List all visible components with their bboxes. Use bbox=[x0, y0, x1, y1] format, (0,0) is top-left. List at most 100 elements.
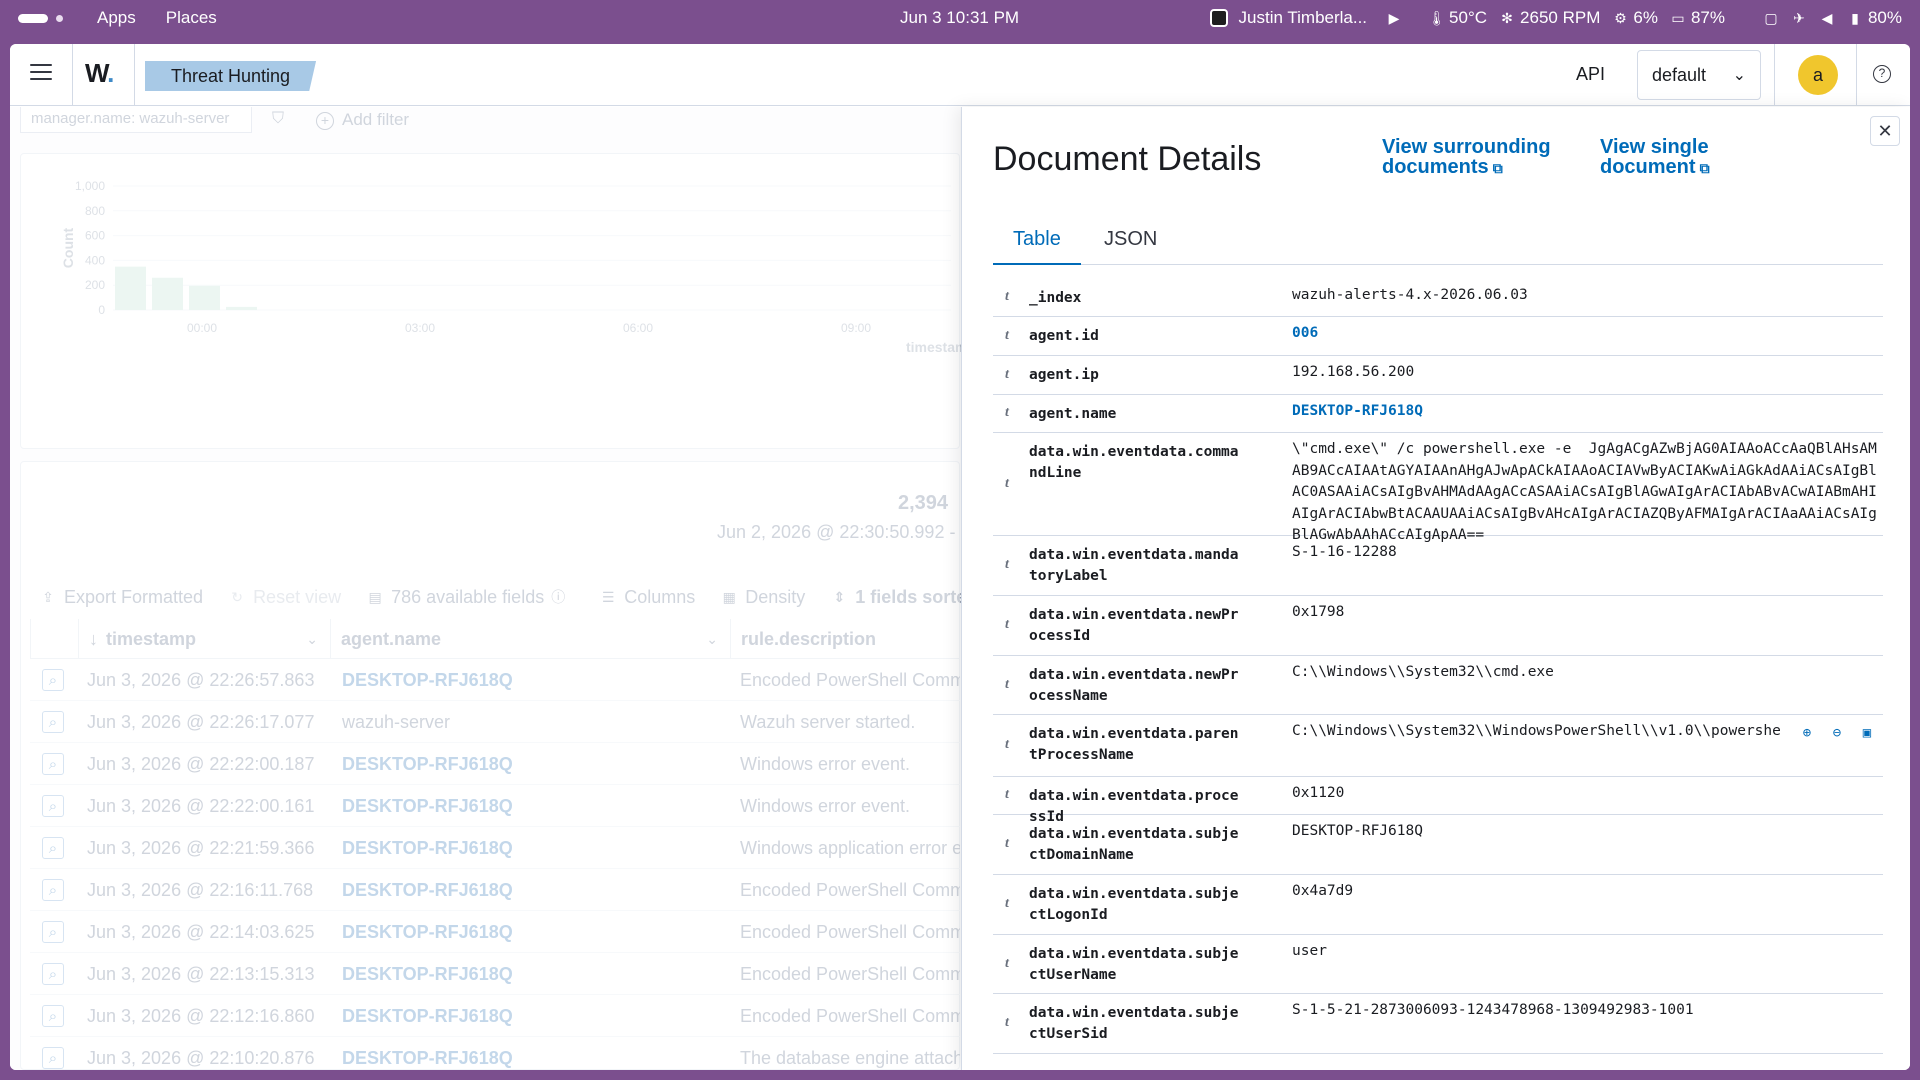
close-flyout-button[interactable]: ✕ bbox=[1870, 116, 1900, 146]
table-row[interactable]: ⌕ Jun 3, 2026 @ 22:13:15.313 DESKTOP-RFJ61… bbox=[30, 953, 960, 995]
field-type-icon: t bbox=[1005, 836, 1009, 851]
density-button[interactable]: ▦ Density bbox=[721, 587, 806, 608]
inspect-document-icon[interactable]: ⌕ bbox=[42, 837, 64, 859]
row-agent-name[interactable]: DESKTOP-RFJ618Q bbox=[342, 1037, 513, 1070]
field-value[interactable]: DESKTOP-RFJ618Q bbox=[1292, 401, 1877, 423]
wazuh-logo[interactable]: W. bbox=[85, 58, 114, 89]
table-row[interactable]: ⌕ Jun 3, 2026 @ 22:22:00.161 DESKTOP-RFJ61… bbox=[30, 785, 960, 827]
column-header-timestamp[interactable]: ↓ timestamp ⌄ bbox=[78, 619, 330, 659]
table-row[interactable]: ⌕ Jun 3, 2026 @ 22:26:57.863 DESKTOP-RFJ61… bbox=[30, 659, 960, 701]
battery-icon: ▮ bbox=[1851, 10, 1859, 26]
inspect-document-icon[interactable]: ⌕ bbox=[42, 795, 64, 817]
system-clock[interactable]: Jun 3 10:31 PM bbox=[900, 0, 1019, 36]
chevron-down-icon[interactable]: ⌄ bbox=[706, 619, 718, 659]
row-agent-name[interactable]: DESKTOP-RFJ618Q bbox=[342, 659, 513, 700]
row-agent-name[interactable]: DESKTOP-RFJ618Q bbox=[342, 911, 513, 952]
airplane-icon[interactable]: ✈ bbox=[1791, 10, 1807, 26]
places-menu[interactable]: Places bbox=[166, 8, 217, 28]
sort-arrow-down-icon[interactable]: ↓ bbox=[89, 629, 98, 649]
document-field-row[interactable]: t data.win.eventdata.newProcessId 0x1798 bbox=[993, 596, 1883, 656]
api-link[interactable]: API bbox=[1576, 64, 1605, 85]
chevron-down-icon[interactable]: ⌄ bbox=[306, 619, 318, 659]
fields-sorted-button[interactable]: ⇕ 1 fields sorted bbox=[831, 587, 977, 608]
inspect-document-icon[interactable]: ⌕ bbox=[42, 669, 64, 691]
volume-icon[interactable]: ◀ bbox=[1819, 10, 1835, 26]
filter-out-value-icon[interactable]: ⊖ bbox=[1827, 723, 1847, 743]
memory-indicator[interactable]: ▭ 87% bbox=[1670, 8, 1725, 28]
document-field-row[interactable]: t agent.ip 192.168.56.200 bbox=[993, 356, 1883, 395]
filter-pill-manager-name[interactable]: manager.name: wazuh-server bbox=[20, 107, 252, 133]
refresh-icon: ↻ bbox=[231, 588, 243, 605]
column-header-agent-name[interactable]: agent.name ⌄ bbox=[330, 619, 730, 659]
table-row[interactable]: ⌕ Jun 3, 2026 @ 22:22:00.187 DESKTOP-RFJ61… bbox=[30, 743, 960, 785]
cpu-indicator[interactable]: ⚙ 6% bbox=[1612, 8, 1658, 28]
document-field-row[interactable]: t data.win.eventdata.subjectUserName user bbox=[993, 935, 1883, 994]
play-icon[interactable]: ▶ bbox=[1386, 10, 1402, 26]
toggle-column-icon[interactable]: ▣ bbox=[1857, 723, 1877, 743]
row-agent-name[interactable]: DESKTOP-RFJ618Q bbox=[342, 953, 513, 994]
display-icon[interactable]: ▢ bbox=[1763, 10, 1779, 26]
fan-indicator[interactable]: ✻ 2650 RPM bbox=[1499, 8, 1600, 28]
view-surrounding-documents-link[interactable]: View surrounding documents ⧉ bbox=[1382, 137, 1572, 178]
view-single-document-link[interactable]: View single document ⧉ bbox=[1600, 137, 1790, 178]
row-agent-name[interactable]: DESKTOP-RFJ618Q bbox=[342, 743, 513, 784]
filter-for-value-icon[interactable]: ⊕ bbox=[1797, 723, 1817, 743]
tenant-selector[interactable]: default ⌄ bbox=[1637, 50, 1761, 100]
document-field-row[interactable]: t data.win.eventdata.subjectLogonId 0x4a7d… bbox=[993, 875, 1883, 935]
table-row[interactable]: ⌕ Jun 3, 2026 @ 22:10:20.876 DESKTOP-RFJ61… bbox=[30, 1037, 960, 1070]
add-filter-button[interactable]: + Add filter bbox=[316, 107, 409, 133]
tab-table[interactable]: Table bbox=[993, 219, 1081, 265]
inspect-document-icon[interactable]: ⌕ bbox=[42, 711, 64, 733]
help-icon[interactable]: ? bbox=[1873, 65, 1891, 83]
table-row[interactable]: ⌕ Jun 3, 2026 @ 22:16:11.768 DESKTOP-RFJ61… bbox=[30, 869, 960, 911]
document-field-row[interactable]: t data.win.eventdata.newProcessName C:\\Wi… bbox=[993, 656, 1883, 715]
inspect-document-icon[interactable]: ⌕ bbox=[42, 1047, 64, 1069]
filter-funnel-icon[interactable]: ⛉ bbox=[272, 110, 284, 128]
inspect-document-icon[interactable]: ⌕ bbox=[42, 1005, 64, 1027]
workspace-indicator-icon[interactable] bbox=[18, 13, 48, 23]
row-agent-name[interactable]: DESKTOP-RFJ618Q bbox=[342, 869, 513, 910]
table-row[interactable]: ⌕ Jun 3, 2026 @ 22:12:16.860 DESKTOP-RFJ61… bbox=[30, 995, 960, 1037]
tab-json[interactable]: JSON bbox=[1084, 219, 1177, 265]
reset-view-button[interactable]: ↻ Reset view bbox=[229, 587, 341, 608]
row-agent-name[interactable]: DESKTOP-RFJ618Q bbox=[342, 995, 513, 1036]
field-value: \"cmd.exe\" /c powershell.exe -e JgAgACg… bbox=[1292, 441, 1877, 543]
document-field-row[interactable]: t data.win.eventdata.mandatoryLabel S-1-16… bbox=[993, 536, 1883, 596]
field-value[interactable]: 006 bbox=[1292, 323, 1877, 345]
row-agent-name[interactable]: DESKTOP-RFJ618Q bbox=[342, 785, 513, 826]
available-fields-button[interactable]: ▤ 786 available fields ⓘ bbox=[367, 587, 574, 608]
apps-menu[interactable]: Apps bbox=[97, 8, 136, 28]
histogram-chart: 1,000 800 600 400 200 0 Count 00:00 03:00 06:00 09… bbox=[60, 179, 961, 355]
document-field-row[interactable]: t agent.name DESKTOP-RFJ618Q bbox=[993, 395, 1883, 433]
table-row[interactable]: ⌕ Jun 3, 2026 @ 22:26:17.077 wazuh-server W… bbox=[30, 701, 960, 743]
columns-button[interactable]: ☰ Columns bbox=[600, 587, 695, 608]
x-axis-label: timestamp bbox=[906, 339, 961, 355]
export-formatted-button[interactable]: ⇪ Export Formatted bbox=[40, 587, 203, 608]
inspect-document-icon[interactable]: ⌕ bbox=[42, 963, 64, 985]
breadcrumb-threat-hunting[interactable]: Threat Hunting bbox=[145, 61, 317, 91]
battery-indicator[interactable]: ▮ 80% bbox=[1847, 8, 1902, 28]
x-tick-label: 06:00 bbox=[623, 321, 653, 335]
document-field-row[interactable]: t data.win.eventdata.parentProcessName C:\… bbox=[993, 715, 1883, 777]
document-field-row[interactable]: t agent.id 006 bbox=[993, 317, 1883, 356]
field-type-icon: t bbox=[1005, 289, 1009, 304]
document-field-row[interactable]: t data.win.eventdata.subjectDomainName DES… bbox=[993, 815, 1883, 875]
inspect-document-icon[interactable]: ⌕ bbox=[42, 879, 64, 901]
media-indicator[interactable]: Justin Timberla... ▶ bbox=[1209, 8, 1403, 28]
table-row[interactable]: ⌕ Jun 3, 2026 @ 22:21:59.366 DESKTOP-RFJ61… bbox=[30, 827, 960, 869]
user-avatar[interactable]: a bbox=[1798, 55, 1838, 95]
inspect-document-icon[interactable]: ⌕ bbox=[42, 753, 64, 775]
inspect-document-icon[interactable]: ⌕ bbox=[42, 921, 64, 943]
document-field-row[interactable]: t _index wazuh-alerts-4.x-2026.06.03 bbox=[993, 279, 1883, 317]
column-header-rule-description[interactable]: rule.description bbox=[730, 619, 970, 659]
row-agent-name[interactable]: DESKTOP-RFJ618Q bbox=[342, 827, 513, 868]
table-row[interactable]: ⌕ Jun 3, 2026 @ 22:14:03.625 DESKTOP-RFJ61… bbox=[30, 911, 960, 953]
workspace-dot-icon[interactable] bbox=[56, 14, 63, 22]
document-field-row[interactable]: t data.win.eventdata.processId 0x1120 bbox=[993, 777, 1883, 825]
hits-count: 2,394 bbox=[898, 492, 949, 514]
temperature-indicator[interactable]: 🌡 50°C bbox=[1428, 8, 1487, 28]
document-field-row[interactable]: t data.win.eventdata.commandLine \"cmd.exe… bbox=[993, 433, 1883, 543]
document-field-row[interactable]: t data.win.eventdata.subjectUserSid S-1-5-… bbox=[993, 994, 1883, 1054]
hamburger-menu-icon[interactable] bbox=[30, 64, 52, 82]
document-details-flyout: ✕ Document Details View surrounding docu… bbox=[961, 107, 1910, 1070]
